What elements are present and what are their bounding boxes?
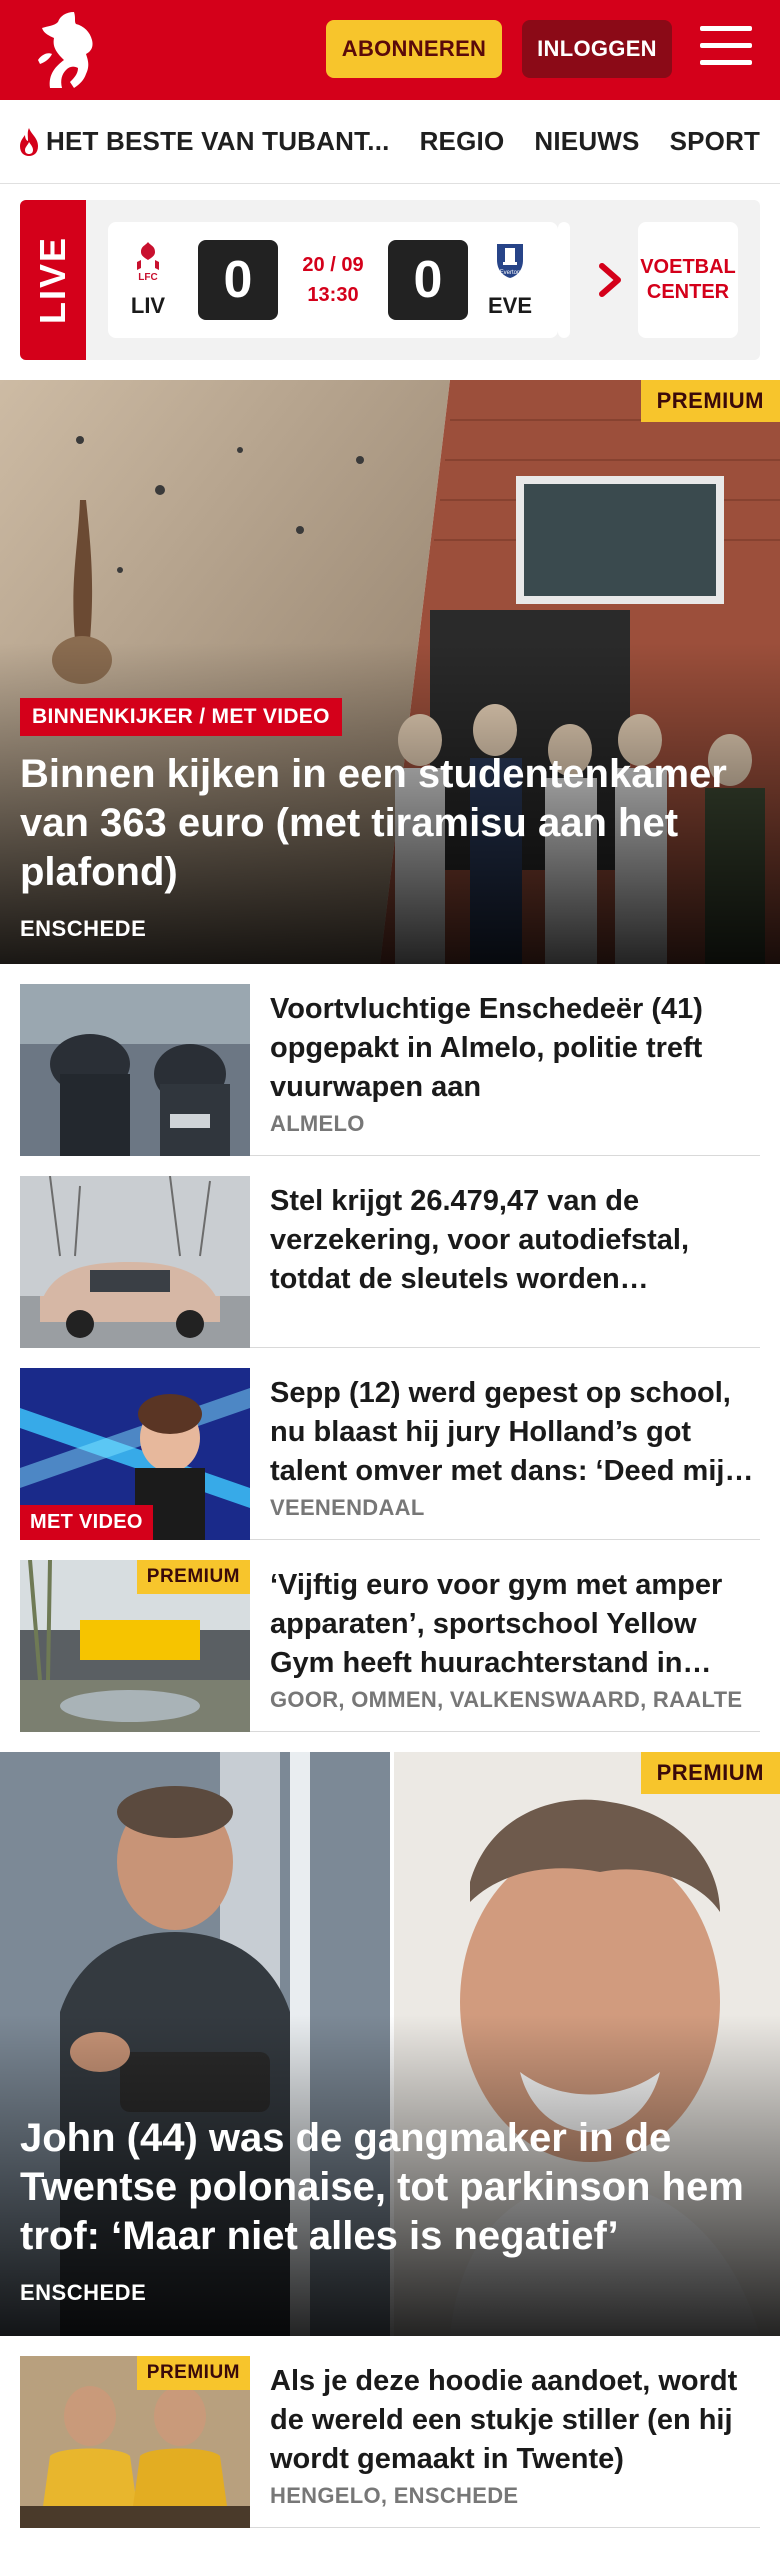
article-location: GOOR, OMMEN, VALKENSWAARD, RAALTE [270,1687,743,1712]
tubantia-horse-logo-icon[interactable] [30,8,106,92]
article-list: Voortvluchtige Enschedeër (41) opgepakt … [20,964,760,1732]
list-item[interactable]: PREMIUM ‘Vijftig euro voor gym met amper… [20,1540,760,1732]
article-title: Sepp (12) werd gepest op school, nu blaa… [270,1377,743,1487]
match-datetime: 20 / 09 13:30 [302,254,364,306]
nav-label: HET BESTE VAN TUBANT... [46,126,390,156]
list-item[interactable]: PREMIUM Als je deze hoodie aandoet, word… [20,2336,760,2528]
flame-icon [20,127,38,156]
feature-article[interactable]: PREMIUM John (44) was de gangmaker in de… [0,1752,780,2336]
next-match-card-edge[interactable] [558,222,570,338]
video-badge: MET VIDEO [20,1505,153,1540]
article-thumbnail: PREMIUM [20,1560,250,1732]
home-team-code: LIV [130,293,166,318]
article-location: HENGELO, ENSCHEDE [270,2483,519,2508]
article-location: VEENENDAAL [270,1495,425,1520]
hero-kicker: BINNENKIJKER / MET VIDEO [20,698,342,736]
premium-badge: PREMIUM [136,1560,250,1594]
login-button[interactable]: INLOGGEN [522,20,672,78]
top-bar: ABONNEREN INLOGGEN [0,0,780,100]
chevron-right-icon[interactable] [590,258,630,302]
feature-location: ENSCHEDE [20,2280,147,2305]
list-item[interactable]: MET VIDEO Sepp (12) werd gepest op schoo… [20,1348,760,1540]
article-list-2: PREMIUM Als je deze hoodie aandoet, word… [20,2336,760,2528]
hero-location: ENSCHEDE [20,916,147,941]
away-team: Everton EVE [480,238,540,319]
svg-text:Everton: Everton [500,270,521,276]
premium-badge: PREMIUM [640,380,780,422]
premium-badge: PREMIUM [136,2356,250,2390]
premium-badge: PREMIUM [640,1752,780,1794]
list-item[interactable]: Voortvluchtige Enschedeër (41) opgepakt … [20,964,760,1156]
article-thumbnail [20,1176,250,1348]
match-card[interactable]: LFC LIV 0 20 / 09 13:30 0 Everton EVE [108,222,558,338]
nav-item-regio[interactable]: REGIO [420,126,505,157]
nav-item-nieuws[interactable]: NIEUWS [534,126,639,157]
liverpool-crest-icon: LFC [137,242,159,283]
article-title: Stel krijgt 26.479,47 van de verzekering… [270,1185,690,1295]
svg-text:LFC: LFC [138,272,157,283]
article-thumbnail [20,984,250,1156]
hero-article[interactable]: PREMIUM BINNENKIJKER / MET VIDEO Binnen … [0,380,780,964]
article-location: ALMELO [270,1111,365,1136]
live-scores-widget: LIVE LFC LIV 0 20 / 09 13:30 0 Everton E… [20,200,760,360]
voetbal-center-button[interactable]: VOETBAL CENTER [638,222,738,338]
home-team: LFC LIV [118,238,178,319]
hero-title[interactable]: Binnen kijken in een studentenkamer van … [20,750,760,897]
nav-item-best-of[interactable]: HET BESTE VAN TUBANT... [16,126,390,158]
hamburger-menu-icon[interactable] [700,26,752,72]
nav-item-sport[interactable]: SPORT [670,126,761,157]
article-title: Voortvluchtige Enschedeër (41) opgepakt … [270,993,703,1103]
article-thumbnail: MET VIDEO [20,1368,250,1540]
away-team-code: EVE [487,293,533,318]
section-nav: HET BESTE VAN TUBANT... REGIO NIEUWS SPO… [0,100,780,184]
article-title: ‘Vijftig euro voor gym met amper apparat… [270,1569,723,1679]
list-item[interactable]: Stel krijgt 26.479,47 van de verzekering… [20,1156,760,1348]
everton-crest-icon: Everton [497,244,523,278]
feature-title[interactable]: John (44) was de gangmaker in de Twentse… [20,2114,765,2261]
subscribe-button[interactable]: ABONNEREN [326,20,502,78]
live-label: LIVE [20,200,86,360]
article-thumbnail: PREMIUM [20,2356,250,2528]
away-score: 0 [388,240,468,320]
article-title: Als je deze hoodie aandoet, wordt de wer… [270,2365,738,2475]
home-score: 0 [198,240,278,320]
